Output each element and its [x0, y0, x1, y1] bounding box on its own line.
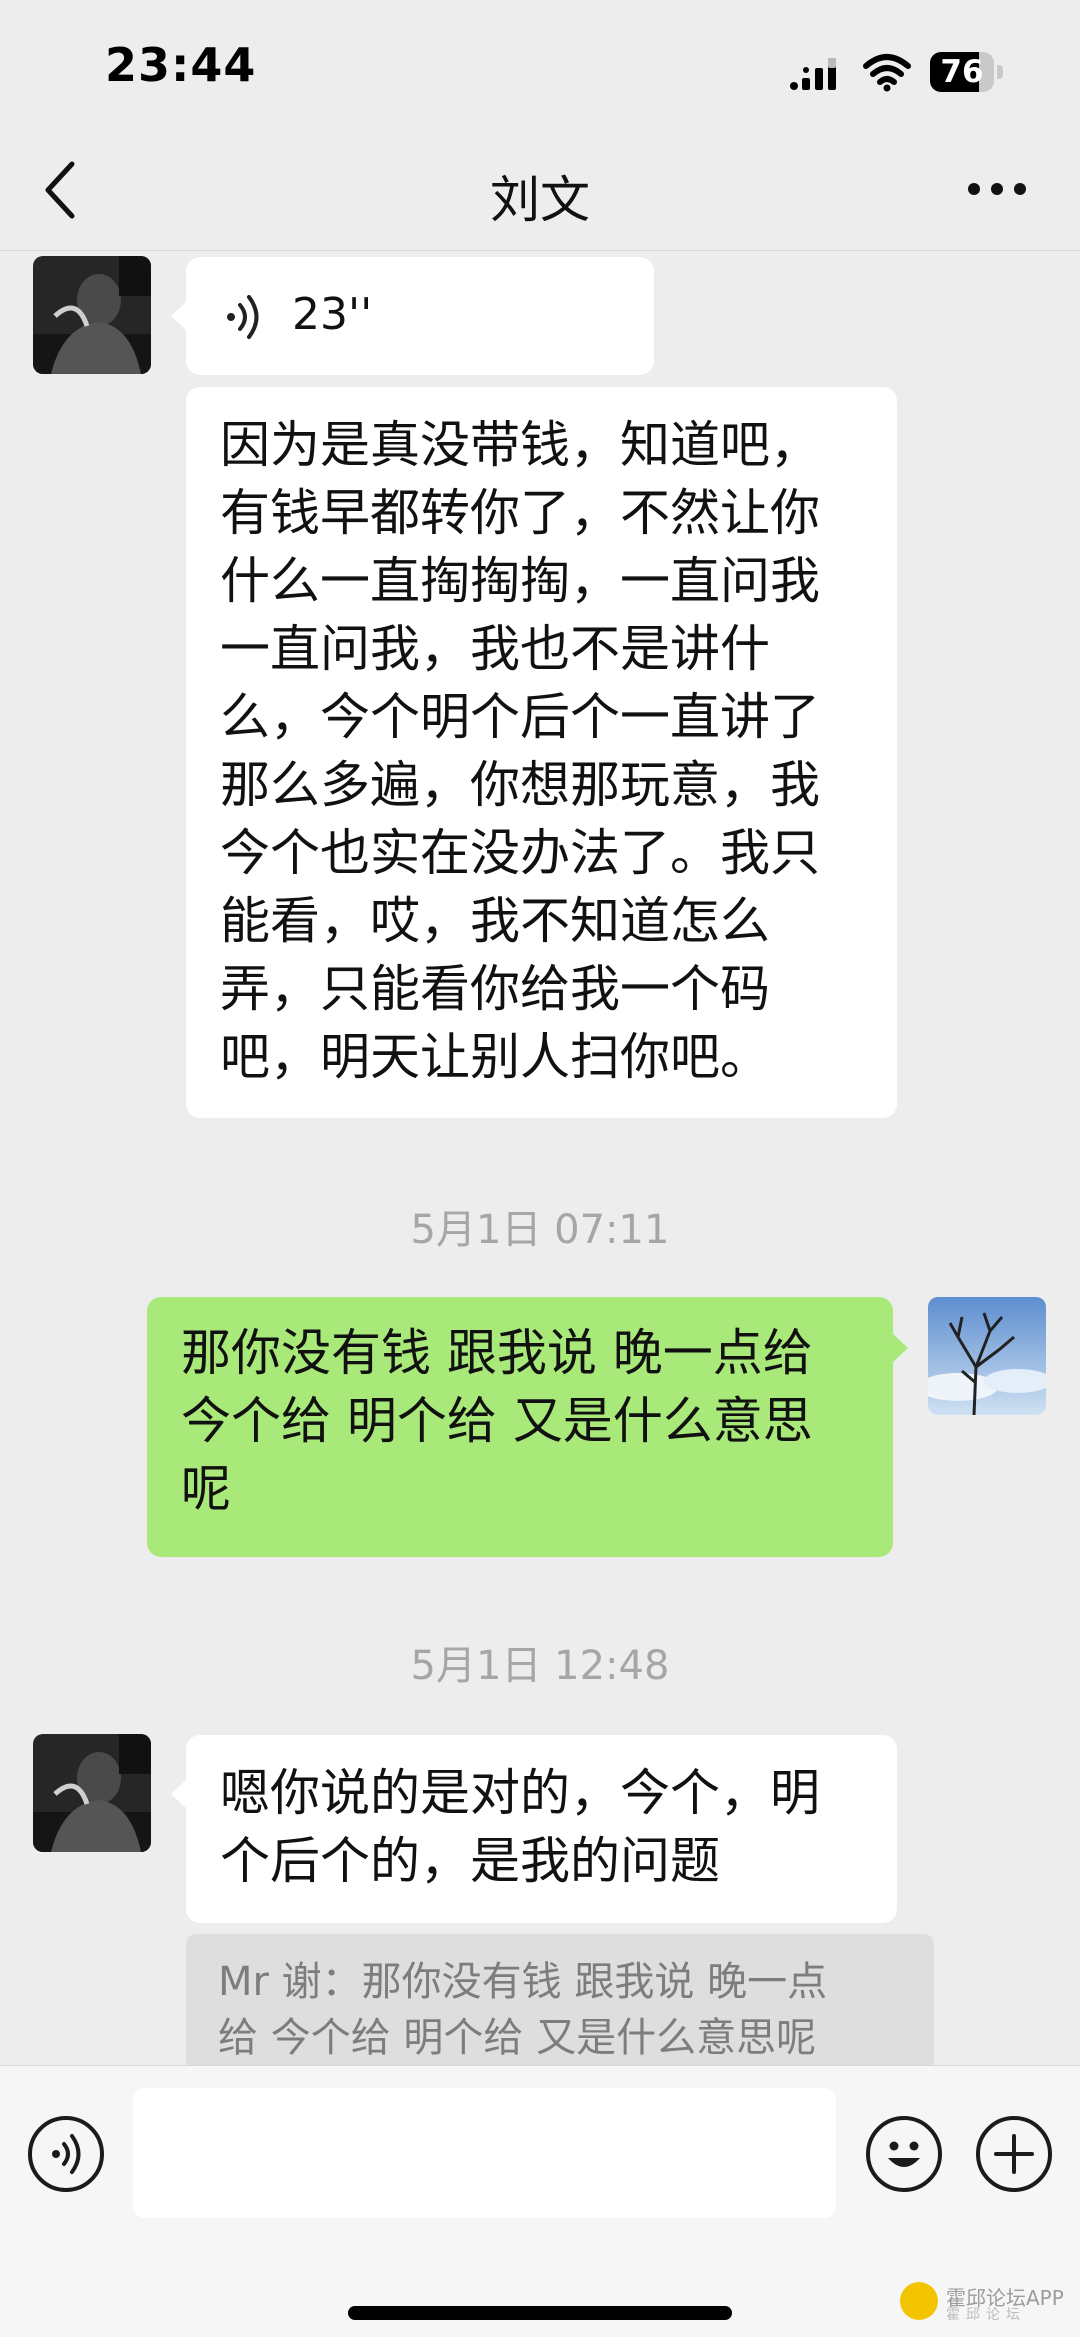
quoted-text-line: Mr 谢：那你没有钱 跟我说 晚一点	[218, 1959, 828, 2005]
home-indicator	[348, 2306, 732, 2320]
voice-icon	[52, 2134, 81, 2174]
quoted-message[interactable]: Mr 谢：那你没有钱 跟我说 晚一点 给 今个给 明个给 又是什么意思呢	[186, 1934, 934, 2065]
message-text-line: 因为是真没带钱，知道吧，	[220, 416, 820, 474]
emoji-icon	[888, 2141, 920, 2167]
message-text-line: 有钱早都转你了，不然让你	[220, 484, 820, 542]
status-time: 23:44	[105, 38, 257, 92]
battery-level-text: 76	[940, 54, 984, 90]
emoji-button[interactable]	[866, 2116, 942, 2192]
message-text-line: 那么多遍，你想那玩意，我	[220, 756, 820, 814]
contact-avatar[interactable]	[33, 256, 151, 374]
message-input[interactable]	[133, 2088, 836, 2218]
wifi-icon	[863, 54, 911, 92]
plus-icon	[994, 2134, 1034, 2174]
message-text-line: 今个也实在没办法了。我只	[220, 824, 820, 882]
message-text-line: 今个给 明个给 又是什么意思	[181, 1392, 813, 1450]
voice-message-bubble[interactable]: 23''	[171, 257, 654, 375]
chat-header: 刘文	[0, 130, 1080, 251]
watermark-logo-icon	[900, 2282, 938, 2320]
message-text-line: 个后个的，是我的问题	[220, 1832, 720, 1890]
contact-avatar[interactable]	[33, 1734, 151, 1852]
chat-screen: 23:44 76 刘文 23'' 因为是真没带钱，知道吧， 有钱早都转你了，不然…	[0, 0, 1080, 2337]
voice-input-button[interactable]	[28, 2116, 104, 2192]
message-text-line: 那你没有钱 跟我说 晚一点给	[181, 1324, 813, 1382]
message-text-line: 一直问我，我也不是讲什	[220, 620, 770, 678]
message-text-line: 嗯你说的是对的，今个，明	[220, 1764, 820, 1822]
message-text-line: 弄，只能看你给我一个码	[220, 960, 770, 1018]
message-text-line: 能看，哎，我不知道怎么	[220, 892, 770, 950]
voice-duration: 23''	[292, 289, 373, 340]
cellular-signal-icon	[790, 58, 836, 90]
watermark-subtext: 霍邱论坛	[946, 2307, 1026, 2323]
message-bubble-outgoing[interactable]: 那你没有钱 跟我说 晚一点给 今个给 明个给 又是什么意思 呢	[147, 1297, 908, 1557]
message-text-line: 吧，明天让别人扫你吧。	[220, 1028, 770, 1086]
message-list[interactable]: 23'' 因为是真没带钱，知道吧， 有钱早都转你了，不然让你 什么一直掏掏掏，一…	[0, 251, 1080, 2065]
battery-icon: 76	[930, 52, 1004, 92]
message-timestamp: 5月1日 07:11	[410, 1207, 670, 1253]
quoted-text-line: 给 今个给 明个给 又是什么意思呢	[218, 2015, 817, 2061]
more-icon[interactable]	[966, 174, 1028, 204]
message-bubble-incoming[interactable]: 嗯你说的是对的，今个，明 个后个的，是我的问题	[171, 1735, 897, 1923]
more-actions-button[interactable]	[976, 2116, 1052, 2192]
status-bar: 23:44 76	[0, 0, 1080, 130]
chat-title: 刘文	[490, 171, 590, 229]
message-bubble-incoming[interactable]: 因为是真没带钱，知道吧， 有钱早都转你了，不然让你 什么一直掏掏掏，一直问我 一…	[186, 387, 897, 1118]
message-text-line: 什么一直掏掏掏，一直问我	[220, 552, 820, 610]
message-timestamp: 5月1日 12:48	[410, 1643, 670, 1689]
message-text-line: 呢	[181, 1460, 231, 1518]
message-text-line: 么，今个明个后个一直讲了	[220, 688, 820, 746]
watermark: 霍邱论坛APP 霍邱论坛	[900, 2280, 1078, 2324]
my-avatar[interactable]	[928, 1297, 1046, 1415]
voice-message-icon	[227, 295, 259, 339]
